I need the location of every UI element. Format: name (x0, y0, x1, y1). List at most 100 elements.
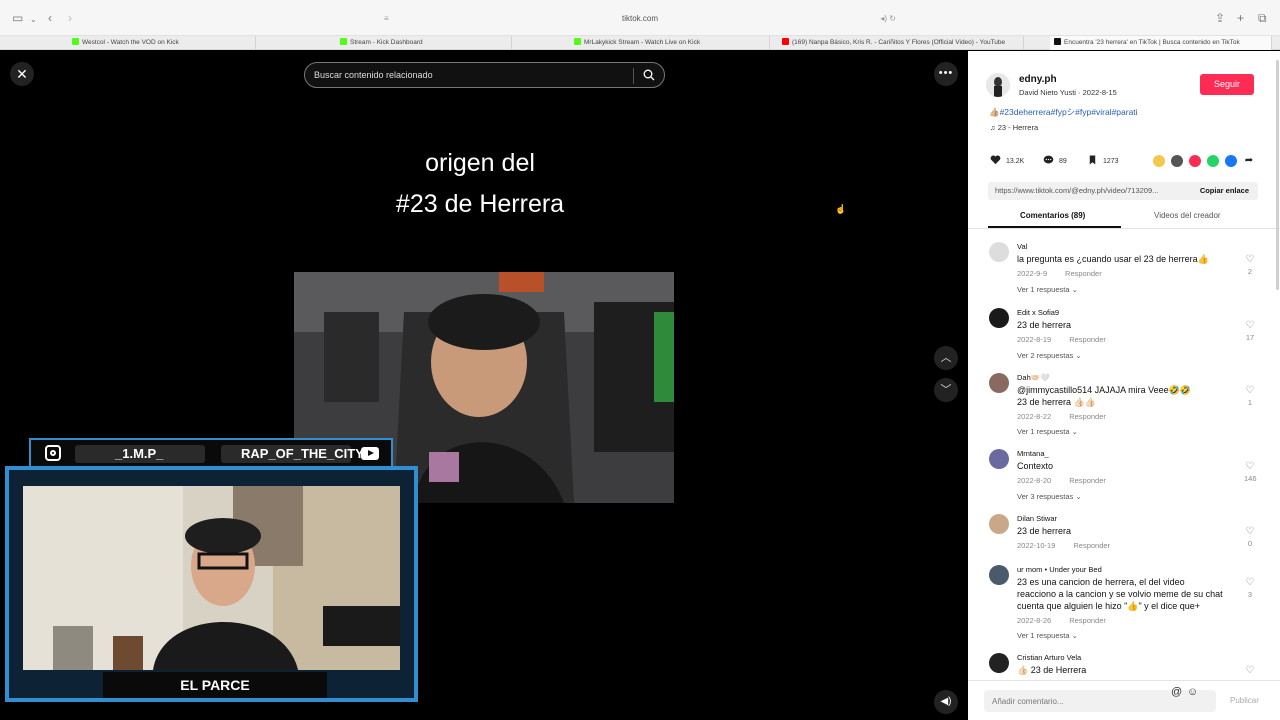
youtube-icon (782, 38, 789, 45)
youtube-handle: RAP_OF_THE_CITY (241, 446, 364, 461)
heart-outline-icon: ♡ (1245, 577, 1255, 588)
browser-tab[interactable]: Stream - Kick Dashboard (336, 36, 512, 50)
comment-like[interactable]: ♡ 0 (1244, 527, 1256, 549)
embed-icon[interactable] (1171, 155, 1183, 167)
scrollbar[interactable] (1276, 60, 1279, 290)
mention-icon[interactable]: @ (1171, 686, 1182, 698)
avatar[interactable] (989, 373, 1009, 393)
search-divider (633, 68, 634, 84)
chevron-up-icon: ︿ (940, 352, 952, 364)
kick-icon (340, 38, 347, 45)
details-panel: edny.ph David Nieto Yusti · 2022-8-15 Se… (968, 51, 1280, 720)
creator-avatar[interactable] (986, 73, 1010, 97)
view-replies-button[interactable]: Ver 1 respuesta ⌄ (1017, 631, 1078, 640)
heart-outline-icon: ♡ (1245, 461, 1255, 472)
forward-icon[interactable]: › (68, 11, 72, 25)
comment-username[interactable]: Dilan Stiwar (1017, 514, 1057, 523)
comment-text: la pregunta es ¿cuando usar el 23 de her… (1017, 254, 1209, 264)
close-button[interactable]: ✕ (10, 62, 34, 86)
send-icon[interactable] (1189, 155, 1201, 167)
next-video-button[interactable]: ﹀ (934, 378, 958, 402)
video-caption-line2: #23 de Herrera (395, 190, 565, 218)
kick-icon (72, 38, 79, 45)
search-input[interactable]: Buscar contenido relacionado (304, 62, 665, 88)
comment-like[interactable]: ♡ 17 (1244, 321, 1256, 343)
reply-button[interactable]: Responder (1069, 412, 1106, 421)
new-tab-icon[interactable]: + (1237, 11, 1244, 25)
reply-button[interactable]: Responder (1069, 335, 1106, 344)
reload-icon[interactable]: ◂) ↻ (880, 10, 896, 28)
previous-video-button[interactable]: ︿ (934, 346, 958, 370)
comment-composer: Añadir comentario... @ ☺ Publicar (968, 680, 1280, 720)
avatar[interactable] (989, 242, 1009, 262)
reply-button[interactable]: Responder (1069, 616, 1106, 625)
comment-username[interactable]: Edit x Sofia9 (1017, 308, 1059, 317)
comment-like[interactable]: ♡ (1244, 666, 1256, 676)
post-comment-button[interactable]: Publicar (1230, 696, 1259, 705)
browser-tab[interactable]: (169) Nanpa Básico, Kris R. - Cariñitos … (778, 36, 1024, 50)
instagram-icon (45, 445, 61, 461)
view-replies-button[interactable]: Ver 1 respuesta ⌄ (1017, 285, 1078, 294)
like-stat[interactable]: 13.2K (990, 155, 1024, 165)
view-replies-button[interactable]: Ver 3 respuestas ⌄ (1017, 492, 1082, 501)
tab-bar: Westcol - Watch the VOD on Kick Stream -… (0, 36, 1280, 50)
facebook-icon[interactable] (1225, 155, 1237, 167)
coin-icon[interactable] (1153, 155, 1165, 167)
more-options-button[interactable]: ••• (934, 62, 958, 86)
emoji-icon[interactable]: ☺ (1187, 686, 1198, 698)
browser-tab[interactable]: Westcol - Watch the VOD on Kick (68, 36, 256, 50)
comment-meta: 2022-8-20 Responder (1017, 476, 1106, 485)
post-music[interactable]: ♫ 23 - Herrera (990, 123, 1038, 132)
kick-icon (574, 38, 581, 45)
heart-outline-icon: ♡ (1245, 254, 1255, 265)
comment-username[interactable]: ur mom • Under your Bed (1017, 565, 1102, 574)
reply-button[interactable]: Responder (1073, 541, 1110, 550)
avatar[interactable] (989, 514, 1009, 534)
tab-comments[interactable]: Comentarios (89) (1020, 211, 1085, 220)
sidebar-toggle-icon[interactable]: ▭ (12, 11, 23, 25)
search-icon[interactable] (643, 69, 655, 81)
chevron-down-icon[interactable]: ⌄ (30, 13, 37, 27)
comment-stat[interactable]: 89 (1043, 155, 1067, 165)
comment-like[interactable]: ♡ 146 (1244, 461, 1257, 484)
post-hashtags[interactable]: 👍🏼#23deherrera#fypシ#fyp#viral#parati (989, 106, 1138, 118)
comment-like[interactable]: ♡ 3 (1244, 577, 1256, 600)
share-icon[interactable]: ⇪ (1215, 11, 1225, 25)
comment-like[interactable]: ♡ 2 (1244, 254, 1256, 277)
comment-username[interactable]: Cristian Arturo Vela (1017, 653, 1081, 662)
address-bar[interactable]: ≡ tiktok.com ◂) ↻ (380, 10, 900, 28)
heart-icon (990, 155, 1001, 165)
browser-tab-active[interactable]: Encuentra '23 herrera' en TikTok | Busca… (1050, 36, 1272, 50)
view-replies-button[interactable]: Ver 1 respuesta ⌄ (1017, 427, 1078, 436)
comment-username[interactable]: Mrntana_ (1017, 449, 1049, 458)
whatsapp-icon[interactable] (1207, 155, 1219, 167)
comment-username[interactable]: Dah🤝🏻🤍 (1017, 373, 1049, 382)
reply-button[interactable]: Responder (1069, 476, 1106, 485)
volume-button[interactable]: ◀) (934, 690, 958, 714)
comment-like[interactable]: ♡ 1 (1244, 386, 1256, 408)
comment-text: 23 es una cancion de herrera, el del vid… (1017, 577, 1185, 587)
view-replies-button[interactable]: Ver 2 respuestas ⌄ (1017, 351, 1082, 360)
avatar[interactable] (989, 653, 1009, 673)
comment-meta: 2022-8-26 Responder (1017, 616, 1106, 625)
back-icon[interactable]: ‹ (48, 11, 52, 25)
tiktok-icon (1054, 38, 1061, 45)
save-stat[interactable]: 1273 (1087, 155, 1119, 165)
copy-link-button[interactable]: Copiar enlace (1200, 186, 1249, 195)
comment-text-line3: cuenta que alguien le hizo "👍" y el dice… (1017, 601, 1200, 611)
tab-creator-videos[interactable]: Videos del creador (1154, 211, 1221, 220)
avatar[interactable] (989, 449, 1009, 469)
reply-button[interactable]: Responder (1065, 269, 1102, 278)
creator-username[interactable]: edny.ph (1019, 74, 1057, 85)
comment-username[interactable]: Val (1017, 242, 1027, 251)
browser-tab[interactable]: MrLakykick Stream - Watch Live on Kick (570, 36, 770, 50)
share-arrow-icon[interactable]: ➦ (1243, 155, 1255, 167)
mouse-cursor-icon: ☝ (835, 204, 847, 214)
tab-overview-icon[interactable]: ⧉ (1258, 11, 1267, 25)
avatar[interactable] (989, 308, 1009, 328)
avatar[interactable] (989, 565, 1009, 585)
video-link-field[interactable]: https://www.tiktok.com/@edny.ph/video/71… (988, 182, 1258, 200)
follow-button[interactable]: Seguir (1200, 74, 1254, 95)
chevron-down-icon: ﹀ (940, 384, 952, 396)
streamer-webcam-image (23, 486, 400, 670)
